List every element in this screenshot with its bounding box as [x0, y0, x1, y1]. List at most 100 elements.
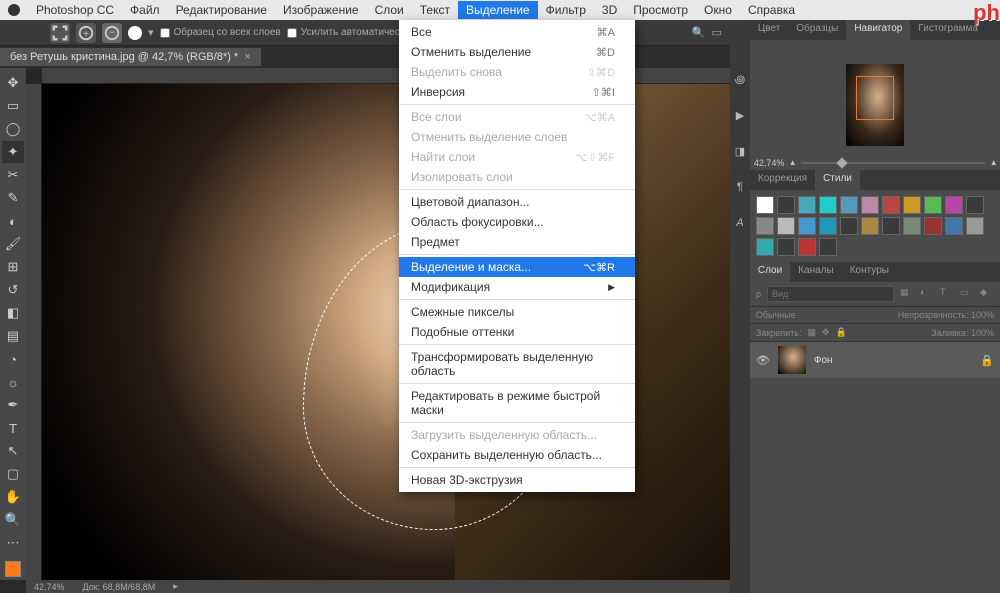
style-swatch[interactable]: [819, 238, 837, 256]
eraser-tool[interactable]: ◧: [2, 302, 24, 324]
menu-item-отменить-выделение[interactable]: Отменить выделение⌘D: [399, 42, 635, 62]
zoom-in-icon[interactable]: ▴: [991, 157, 996, 168]
style-swatch[interactable]: [798, 238, 816, 256]
menu-type[interactable]: Текст: [412, 1, 458, 19]
menu-item-выделение-и-маска[interactable]: Выделение и маска...⌥⌘R: [399, 257, 635, 277]
style-swatch[interactable]: [756, 196, 774, 214]
menu-file[interactable]: Файл: [122, 1, 168, 19]
menu-item-предмет[interactable]: Предмет: [399, 232, 635, 252]
tab-paths[interactable]: Контуры: [842, 262, 897, 282]
menu-view[interactable]: Просмотр: [625, 1, 696, 19]
style-swatch[interactable]: [756, 238, 774, 256]
blend-mode-select[interactable]: Обычные: [756, 310, 796, 320]
lock-all-icon[interactable]: 🔒: [836, 327, 847, 338]
navigator-viewport-box[interactable]: [856, 76, 894, 120]
gradient-tool[interactable]: ▤: [2, 325, 24, 347]
style-swatch[interactable]: [777, 196, 795, 214]
brush-size-preview-icon[interactable]: [128, 26, 142, 40]
style-swatch[interactable]: [819, 196, 837, 214]
sample-all-layers-checkbox[interactable]: Образец со всех слоев: [160, 27, 281, 38]
filter-type-icon[interactable]: T: [940, 287, 954, 301]
type-tool[interactable]: T: [2, 417, 24, 439]
menu-item-подобные-оттенки[interactable]: Подобные оттенки: [399, 322, 635, 342]
style-swatch[interactable]: [924, 217, 942, 235]
lasso-tool[interactable]: ◯: [2, 118, 24, 140]
lock-pixels-icon[interactable]: ▦: [807, 327, 816, 338]
menu-filter[interactable]: Фильтр: [538, 1, 594, 19]
tab-styles[interactable]: Стили: [815, 170, 860, 190]
history-panel-icon[interactable]: ꩜: [731, 70, 749, 88]
filter-image-icon[interactable]: ▦: [900, 287, 914, 301]
filter-smart-icon[interactable]: ◆: [980, 287, 994, 301]
menu-item-все[interactable]: Все⌘A: [399, 22, 635, 42]
character-panel-icon[interactable]: ¶: [731, 178, 749, 196]
layer-lock-icon[interactable]: 🔒: [980, 354, 994, 367]
tab-color[interactable]: Цвет: [750, 20, 788, 40]
filter-adjustment-icon[interactable]: ◐: [920, 287, 934, 301]
status-expand-icon[interactable]: ▸: [173, 581, 178, 592]
quick-selection-tool[interactable]: ✦: [2, 141, 24, 163]
navigator-zoom-value[interactable]: 42,74%: [754, 158, 785, 168]
marquee-tool[interactable]: ▭: [2, 95, 24, 117]
fill-value[interactable]: 100%: [971, 328, 994, 338]
menu-item-сохранить-выделенную-область[interactable]: Сохранить выделенную область...: [399, 445, 635, 465]
style-swatch[interactable]: [966, 196, 984, 214]
subtract-selection-icon[interactable]: −: [102, 23, 122, 43]
brush-tool[interactable]: 🖌: [2, 233, 24, 255]
menu-item-область-фокусировки[interactable]: Область фокусировки...: [399, 212, 635, 232]
layer-filter-input[interactable]: [767, 286, 894, 302]
blur-tool[interactable]: ◔: [2, 348, 24, 370]
status-zoom[interactable]: 42,74%: [34, 582, 65, 592]
menu-3d[interactable]: 3D: [594, 1, 625, 19]
menu-window[interactable]: Окно: [696, 1, 740, 19]
document-tab[interactable]: без Ретушь кристина.jpg @ 42,7% (RGB/8*)…: [0, 48, 261, 66]
properties-panel-icon[interactable]: ◨: [731, 142, 749, 160]
style-swatch[interactable]: [945, 217, 963, 235]
style-swatch[interactable]: [903, 217, 921, 235]
menu-item-модификация[interactable]: Модификация▶: [399, 277, 635, 297]
style-swatch[interactable]: [966, 217, 984, 235]
filter-shape-icon[interactable]: ▭: [960, 287, 974, 301]
spot-healing-tool[interactable]: ◐: [2, 210, 24, 232]
menu-select[interactable]: Выделение: [458, 1, 538, 19]
tab-channels[interactable]: Каналы: [790, 262, 842, 282]
style-swatch[interactable]: [798, 196, 816, 214]
lock-position-icon[interactable]: ✥: [822, 327, 830, 338]
style-swatch[interactable]: [924, 196, 942, 214]
navigator-zoom-slider[interactable]: [801, 162, 986, 164]
style-swatch[interactable]: [882, 196, 900, 214]
style-swatch[interactable]: [945, 196, 963, 214]
menu-image[interactable]: Изображение: [275, 1, 367, 19]
menu-item-цветовой-диапазон[interactable]: Цветовой диапазон...: [399, 192, 635, 212]
play-icon[interactable]: ▶: [731, 106, 749, 124]
style-swatch[interactable]: [861, 217, 879, 235]
menu-help[interactable]: Справка: [740, 1, 803, 19]
menu-layers[interactable]: Слои: [367, 1, 412, 19]
tab-adjustments[interactable]: Коррекция: [750, 170, 815, 190]
menu-item-новая-3d-экструзия[interactable]: Новая 3D-экструзия: [399, 470, 635, 490]
menu-edit[interactable]: Редактирование: [168, 1, 275, 19]
menu-item-редактировать-в-режиме-быстрой-маски[interactable]: Редактировать в режиме быстрой маски: [399, 386, 635, 420]
style-swatch[interactable]: [861, 196, 879, 214]
workspace-icon[interactable]: ▭: [712, 26, 722, 39]
style-swatch[interactable]: [777, 217, 795, 235]
layer-row-background[interactable]: 👁 Фон 🔒: [750, 342, 1000, 378]
tab-navigator[interactable]: Навигатор: [846, 20, 910, 40]
dodge-tool[interactable]: ☼: [2, 371, 24, 393]
app-name[interactable]: Photoshop CC: [28, 1, 122, 19]
shape-tool[interactable]: ▢: [2, 463, 24, 485]
eyedropper-tool[interactable]: ✎: [2, 187, 24, 209]
style-swatch[interactable]: [840, 217, 858, 235]
auto-enhance-checkbox[interactable]: Усилить автоматически: [287, 27, 410, 38]
style-swatch[interactable]: [798, 217, 816, 235]
path-selection-tool[interactable]: ↖: [2, 440, 24, 462]
menu-item-смежные-пикселы[interactable]: Смежные пикселы: [399, 302, 635, 322]
crop-tool[interactable]: ✂: [2, 164, 24, 186]
close-tab-icon[interactable]: ×: [244, 51, 250, 63]
add-selection-icon[interactable]: +: [76, 23, 96, 43]
style-swatch[interactable]: [756, 217, 774, 235]
layer-thumbnail[interactable]: [778, 346, 806, 374]
glyphs-panel-icon[interactable]: A: [731, 214, 749, 232]
opacity-value[interactable]: 100%: [971, 310, 994, 320]
style-swatch[interactable]: [819, 217, 837, 235]
